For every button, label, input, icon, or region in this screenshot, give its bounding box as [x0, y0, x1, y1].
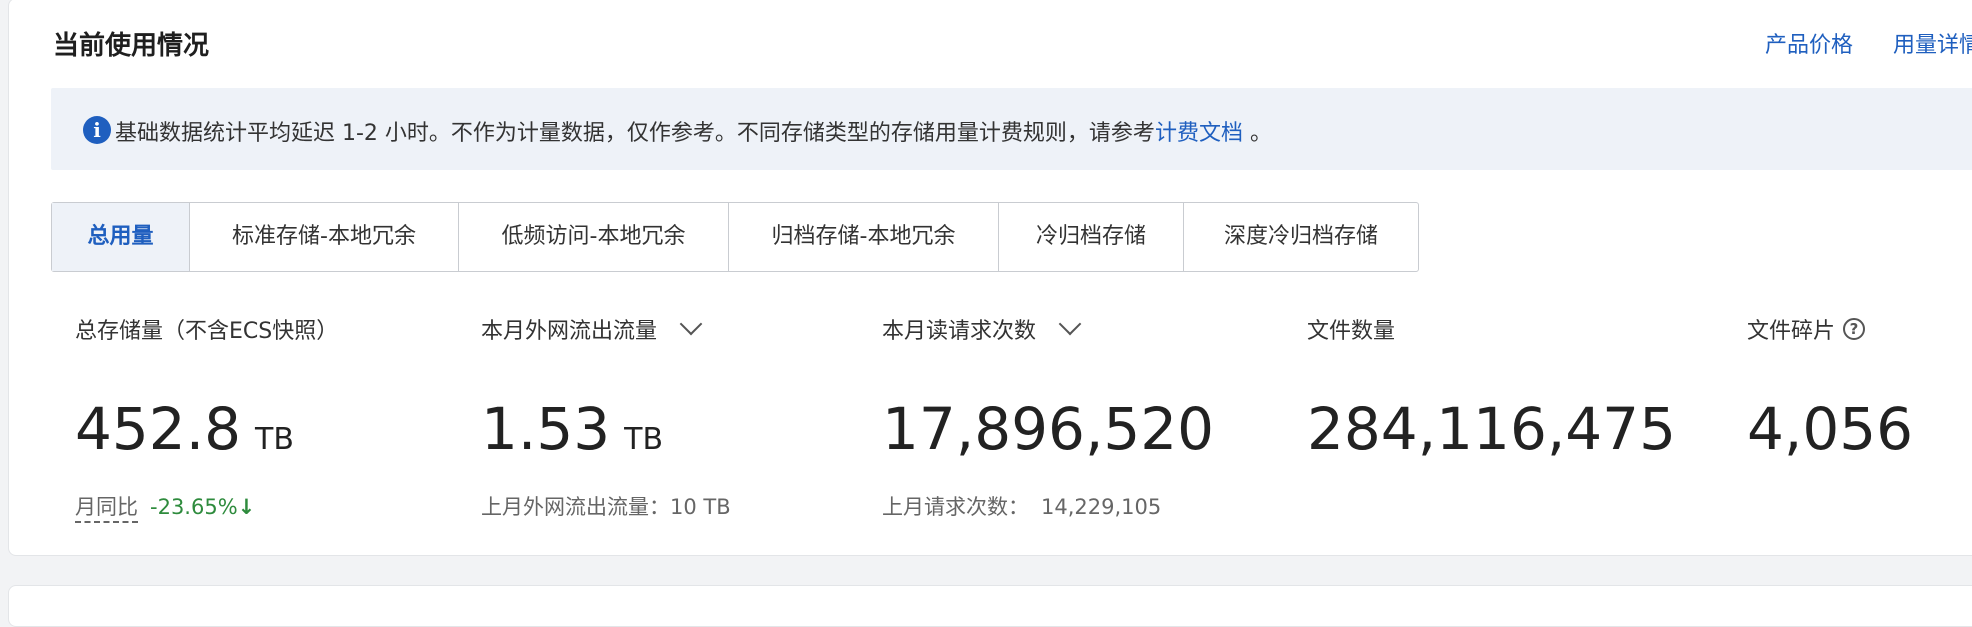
requests-label: 本月读请求次数 — [882, 319, 1037, 344]
storage-value: 452.8 — [75, 395, 242, 463]
tab-cold-archive[interactable]: 冷归档存储 — [999, 203, 1184, 271]
usage-detail-link[interactable]: 用量详情 — [1893, 27, 1972, 59]
tab-archive[interactable]: 归档存储-本地冗余 — [729, 203, 999, 271]
tab-deep-cold-archive[interactable]: 深度冷归档存储 — [1184, 203, 1418, 271]
traffic-label: 本月外网流出流量 — [481, 319, 658, 344]
metric-fragments: 文件碎片? 4,056 — [1747, 313, 1913, 463]
last-month-traffic: 上月外网流出流量：10 TB — [481, 495, 731, 519]
last-month-requests-label: 上月请求次数： — [882, 495, 1029, 519]
help-icon[interactable]: ? — [1843, 318, 1866, 340]
traffic-unit: TB — [624, 422, 664, 457]
page-title: 当前使用情况 — [53, 31, 210, 61]
metric-label: 总存储量（不含ECS快照） — [75, 319, 339, 344]
chevron-down-icon[interactable] — [1058, 312, 1082, 336]
tab-total[interactable]: 总用量 — [52, 203, 190, 271]
metric-storage: 总存储量（不含ECS快照） 452.8 TB 月同比 -23.65%↓ — [75, 313, 339, 523]
storage-type-tabs: 总用量 标准存储-本地冗余 低频访问-本地冗余 归档存储-本地冗余 冷归档存储 … — [51, 202, 1419, 272]
metric-value: 1.53 TB — [481, 395, 663, 463]
usage-card: 当前使用情况 产品价格 用量详情 i 基础数据统计平均延迟 1-2 小时。不作为… — [8, 0, 1972, 556]
storage-unit: TB — [255, 422, 294, 457]
metric-label: 文件碎片? — [1747, 313, 1866, 345]
metric-label: 本月外网流出流量 — [481, 312, 703, 345]
billing-doc-link[interactable]: 计费文档 — [1155, 121, 1243, 146]
metric-label: 文件数量 — [1307, 319, 1396, 344]
info-notice: i 基础数据统计平均延迟 1-2 小时。不作为计量数据，仅作参考。不同存储类型的… — [51, 88, 1972, 170]
product-price-link[interactable]: 产品价格 — [1765, 27, 1853, 59]
metric-value: 452.8 TB — [75, 395, 294, 463]
fragments-label: 文件碎片 — [1747, 319, 1836, 344]
metric-value: 284,116,475 — [1307, 395, 1676, 463]
metric-value: 17,896,520 — [882, 395, 1215, 463]
info-icon: i — [83, 116, 111, 144]
metric-value: 4,056 — [1747, 395, 1914, 463]
month-compare-value: -23.65% — [150, 495, 238, 519]
chevron-down-icon[interactable] — [679, 312, 703, 336]
notice-suffix: 。 — [1242, 121, 1272, 146]
tab-infrequent[interactable]: 低频访问-本地冗余 — [459, 203, 729, 271]
arrow-down-icon: ↓ — [237, 495, 256, 519]
metric-files: 文件数量 284,116,475 — [1307, 313, 1676, 463]
metric-traffic: 本月外网流出流量 1.53 TB 上月外网流出流量：10 TB — [481, 312, 731, 519]
notice-text: 基础数据统计平均延迟 1-2 小时。不作为计量数据，仅作参考。不同存储类型的存储… — [115, 115, 1272, 147]
notice-body: 基础数据统计平均延迟 1-2 小时。不作为计量数据，仅作参考。不同存储类型的存储… — [115, 121, 1155, 146]
metric-label: 本月读请求次数 — [882, 312, 1082, 345]
last-month-requests-value: 14,229,105 — [1041, 495, 1162, 519]
month-compare-label[interactable]: 月同比 — [75, 495, 138, 523]
month-compare: 月同比 -23.65%↓ — [75, 491, 256, 523]
last-month-requests: 上月请求次数： 14,229,105 — [882, 491, 1161, 521]
tab-standard[interactable]: 标准存储-本地冗余 — [190, 203, 459, 271]
next-card — [8, 585, 1972, 627]
traffic-value: 1.53 — [481, 395, 611, 463]
metric-requests: 本月读请求次数 17,896,520 上月请求次数： 14,229,105 — [882, 312, 1214, 519]
